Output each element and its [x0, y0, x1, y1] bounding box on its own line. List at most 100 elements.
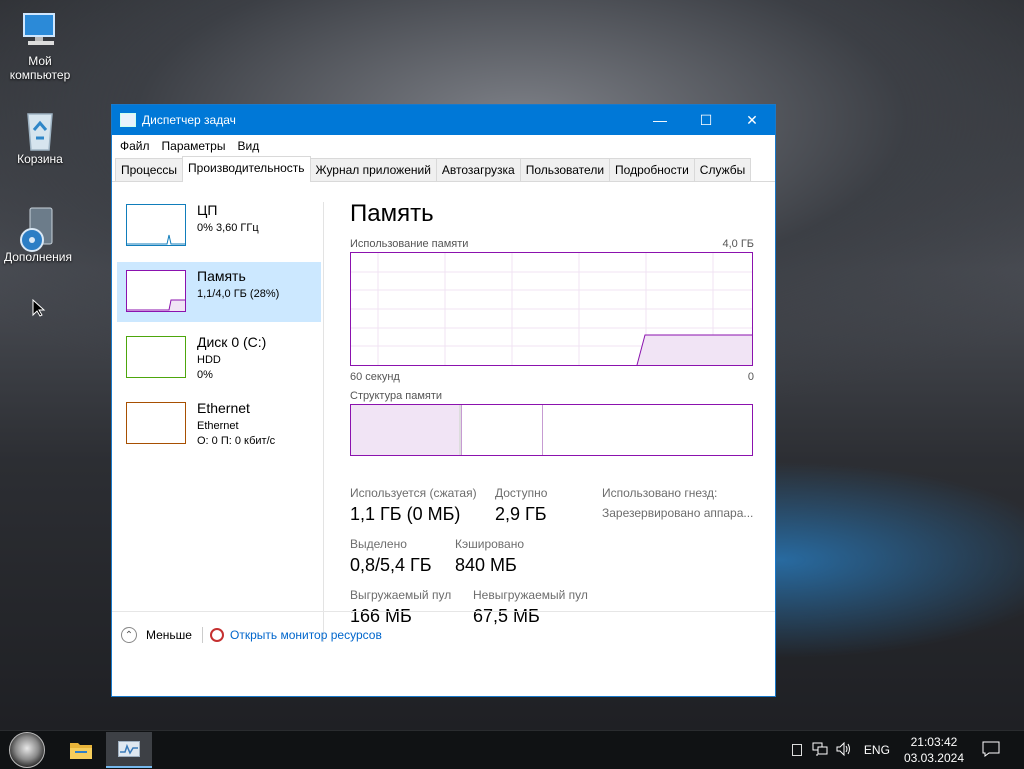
taskbar-task-manager[interactable] — [106, 732, 152, 768]
resource-name: ЦП — [197, 202, 218, 218]
close-button[interactable]: ✕ — [729, 105, 775, 135]
tab-startup[interactable]: Автозагрузка — [435, 158, 521, 181]
disk-thumbnail-graph — [126, 336, 186, 378]
fewer-details-button[interactable]: Меньше — [146, 628, 192, 642]
folder-icon — [70, 743, 92, 759]
resource-cpu[interactable]: ЦП 0% 3,60 ГГц — [117, 196, 321, 256]
stat-label: Невыгружаемый пул — [473, 588, 588, 602]
tab-services[interactable]: Службы — [693, 158, 752, 181]
cpu-thumbnail-graph — [126, 204, 186, 246]
desktop-icon-label: компьютер — [9, 68, 71, 82]
memory-usage-label: Использование памяти — [350, 238, 469, 250]
mouse-cursor-icon — [32, 298, 46, 322]
desktop-icon-my-computer[interactable]: Мой компьютер — [0, 10, 80, 82]
start-orb-icon — [9, 732, 45, 768]
divider — [323, 202, 324, 642]
desktop-icon-addons[interactable]: Дополнения — [0, 206, 78, 264]
tab-performance[interactable]: Производительность — [182, 156, 311, 182]
stat-label: Кэшировано — [455, 537, 525, 551]
menu-bar: Файл Параметры Вид — [112, 135, 775, 157]
clock[interactable]: 21:03:42 03.03.2024 — [904, 734, 964, 766]
tab-processes[interactable]: Процессы — [115, 158, 184, 181]
resource-detail: HDD — [197, 354, 221, 366]
clock-time: 21:03:42 — [910, 735, 958, 749]
memory-thumbnail-graph — [126, 270, 186, 312]
stat-label: Используется (сжатая) — [350, 486, 477, 500]
chevron-up-icon[interactable]: ⌃ — [121, 627, 137, 643]
stat-label: Выделено — [350, 537, 407, 551]
open-resource-monitor-link[interactable]: Открыть монитор ресурсов — [230, 628, 382, 642]
taskbar-file-explorer[interactable] — [60, 731, 102, 769]
action-center-icon[interactable] — [982, 741, 1000, 760]
memory-composition-bar — [350, 404, 753, 456]
stat-in-use: Используется (сжатая) 1,1 ГБ (0 МБ) — [350, 486, 477, 525]
stat-slots: Использовано гнезд: Зарезервировано аппа… — [602, 486, 753, 520]
desktop-icon-label: Корзина — [17, 152, 63, 166]
stat-label: Выгружаемый пул — [350, 588, 452, 602]
task-manager-window: Диспетчер задач — ☐ ✕ Файл Параметры Вид… — [111, 104, 776, 697]
tab-app-history[interactable]: Журнал приложений — [309, 158, 437, 181]
stat-available: Доступно 2,9 ГБ — [495, 486, 547, 525]
menu-file[interactable]: Файл — [114, 139, 156, 153]
taskbar: ENG 21:03:42 03.03.2024 — [0, 730, 1024, 769]
separator — [201, 627, 203, 643]
stat-committed: Выделено 0,8/5,4 ГБ — [350, 537, 432, 576]
stat-value: 0,8/5,4 ГБ — [350, 555, 432, 575]
tab-users[interactable]: Пользователи — [519, 158, 611, 181]
window-title: Диспетчер задач — [142, 113, 236, 127]
resource-disk[interactable]: Диск 0 (C:) HDD 0% — [117, 328, 321, 388]
resource-detail: 0% — [197, 369, 213, 381]
stat-value: 840 МБ — [455, 555, 517, 575]
resource-detail: Ethernet — [197, 420, 239, 432]
stat-label: Зарезервировано аппара... — [602, 506, 754, 520]
resource-memory[interactable]: Память 1,1/4,0 ГБ (28%) — [117, 262, 321, 322]
minimize-button[interactable]: — — [637, 105, 683, 135]
performance-panel: ЦП 0% 3,60 ГГц Память 1,1/4,0 ГБ (28%) Д… — [112, 182, 775, 658]
stat-value: 1,1 ГБ (0 МБ) — [350, 504, 461, 524]
page-title: Память — [350, 200, 434, 227]
desktop-icon-label: Мой — [28, 54, 52, 68]
menu-options[interactable]: Параметры — [156, 139, 232, 153]
memory-usage-max: 4,0 ГБ — [722, 238, 754, 250]
task-manager-icon — [118, 741, 140, 757]
ethernet-thumbnail-graph — [126, 402, 186, 444]
task-manager-icon — [120, 113, 136, 127]
composition-standby — [462, 405, 543, 455]
footer-bar: ⌃ Меньше Открыть монитор ресурсов — [112, 611, 775, 658]
recycle-bin-icon — [20, 108, 60, 151]
clock-date: 03.03.2024 — [903, 751, 964, 765]
tab-strip: Процессы Производительность Журнал прило… — [112, 156, 775, 182]
composition-in-use — [351, 405, 460, 455]
memory-usage-graph — [350, 252, 753, 366]
desktop-icon-label: Дополнения — [4, 250, 72, 264]
start-button[interactable] — [4, 731, 50, 769]
resource-name: Память — [197, 268, 246, 284]
time-axis-left: 60 секунд — [350, 371, 400, 383]
maximize-button[interactable]: ☐ — [683, 105, 729, 135]
stat-value: 2,9 ГБ — [495, 504, 547, 524]
stat-label: Доступно — [495, 486, 548, 500]
resource-list: ЦП 0% 3,60 ГГц Память 1,1/4,0 ГБ (28%) Д… — [117, 196, 321, 460]
title-bar[interactable]: Диспетчер задач — ☐ ✕ — [112, 105, 775, 135]
input-language[interactable]: ENG — [864, 743, 890, 757]
desktop-icon-recycle-bin[interactable]: Корзина — [0, 108, 80, 166]
memory-details: Память Использование памяти 4,0 ГБ 60 се… — [350, 200, 754, 626]
tab-details[interactable]: Подробности — [609, 158, 695, 181]
time-axis-right: 0 — [747, 371, 754, 383]
resource-name: Диск 0 (C:) — [197, 334, 267, 350]
menu-view[interactable]: Вид — [231, 139, 265, 153]
memory-composition-label: Структура памяти — [350, 390, 443, 402]
stat-cached: Кэшировано 840 МБ — [455, 537, 524, 576]
addons-icon — [18, 206, 58, 252]
resource-detail: О: 0 П: 0 кбит/с — [197, 435, 276, 447]
notification-area-icon[interactable] — [791, 744, 802, 756]
system-tray: ENG 21:03:42 03.03.2024 — [791, 731, 1024, 769]
resource-name: Ethernet — [197, 400, 250, 416]
resource-detail: 0% 3,60 ГГц — [197, 222, 259, 234]
computer-icon — [20, 10, 60, 50]
resource-detail: 1,1/4,0 ГБ (28%) — [197, 288, 280, 300]
resource-ethernet[interactable]: Ethernet Ethernet О: 0 П: 0 кбит/с — [117, 394, 321, 454]
volume-icon[interactable] — [836, 741, 852, 759]
stat-label: Использовано гнезд: — [602, 486, 718, 500]
network-icon[interactable] — [812, 742, 828, 759]
